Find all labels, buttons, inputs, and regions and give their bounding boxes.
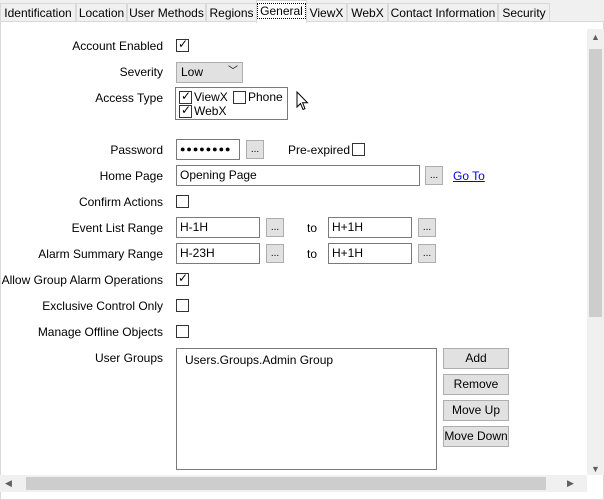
home-page-label: Home Page: [99, 169, 163, 183]
move-down-button[interactable]: Move Down: [443, 426, 509, 447]
scroll-right-icon[interactable]: ▶: [562, 478, 579, 489]
vertical-scrollbar[interactable]: ▲ ▼: [587, 29, 604, 475]
add-user-group-button[interactable]: Add: [443, 348, 509, 369]
remove-user-group-button[interactable]: Remove: [443, 374, 509, 395]
event-list-to-label: to: [307, 221, 318, 235]
allow-group-alarm-operations-checkbox[interactable]: ✓: [176, 271, 189, 286]
access-phone-checkbox[interactable]: [233, 91, 246, 104]
confirm-actions-label: Confirm Actions: [78, 195, 163, 209]
alarm-summary-from-browse-button[interactable]: ...: [266, 244, 284, 263]
access-webx-label: WebX: [194, 104, 227, 118]
home-page-browse-button[interactable]: ...: [425, 166, 443, 185]
tab-label: ViewX: [309, 6, 344, 20]
event-list-to-field[interactable]: H+1H: [328, 217, 412, 238]
account-enabled-label: Account Enabled: [72, 39, 163, 53]
manage-offline-objects-checkbox[interactable]: [176, 325, 189, 338]
exclusive-control-only-label: Exclusive Control Only: [42, 299, 163, 313]
event-list-from-browse-button[interactable]: ...: [266, 218, 284, 237]
password-label: Password: [110, 143, 163, 157]
access-viewx-label: ViewX: [194, 90, 228, 104]
tab-label: Security: [502, 6, 546, 20]
horizontal-scroll-thumb[interactable]: [26, 477, 546, 490]
manage-offline-objects-label: Manage Offline Objects: [37, 325, 163, 339]
severity-value: Low: [181, 65, 204, 79]
scroll-up-icon[interactable]: ▲: [587, 32, 604, 42]
tab-label: WebX: [351, 6, 384, 20]
user-groups-list[interactable]: Users.Groups.Admin Group: [176, 348, 437, 470]
confirm-actions-checkbox[interactable]: [176, 195, 189, 208]
move-up-button[interactable]: Move Up: [443, 400, 509, 421]
severity-label: Severity: [119, 65, 163, 79]
password-browse-button[interactable]: ...: [246, 140, 264, 159]
alarm-summary-to-browse-button[interactable]: ...: [418, 244, 436, 263]
alarm-summary-range-label: Alarm Summary Range: [38, 247, 163, 261]
tab-regions[interactable]: Regions: [206, 3, 257, 22]
chevron-down-icon: ﹀: [228, 66, 238, 77]
tab-general[interactable]: General: [256, 0, 307, 23]
tab-webx[interactable]: WebX: [347, 3, 388, 22]
scroll-down-icon[interactable]: ▼: [587, 464, 604, 474]
go-to-link[interactable]: Go To: [453, 169, 485, 183]
check-icon: ✓: [178, 37, 189, 51]
tab-label: Contact Information: [390, 6, 496, 20]
pre-expired-label: Pre-expired: [288, 143, 351, 157]
access-webx-checkbox[interactable]: ✓: [179, 103, 192, 118]
check-icon: ✓: [181, 103, 192, 117]
tab-user-methods[interactable]: User Methods: [127, 3, 206, 22]
mouse-pointer-icon: [296, 91, 309, 111]
allow-group-alarm-operations-label: Allow Group Alarm Operations: [1, 273, 163, 287]
vertical-scroll-thumb[interactable]: [589, 49, 602, 317]
access-type-group: ✓ ViewX Phone ✓ WebX: [175, 87, 288, 120]
pre-expired-checkbox[interactable]: [352, 143, 365, 156]
tab-location[interactable]: Location: [76, 3, 127, 22]
user-groups-label: User Groups: [94, 351, 163, 365]
horizontal-scrollbar[interactable]: ◀ ▶: [0, 475, 587, 492]
access-phone-label: Phone: [248, 90, 283, 104]
tab-label: Identification: [4, 6, 72, 20]
access-type-label: Access Type: [95, 91, 163, 105]
exclusive-control-only-checkbox[interactable]: [176, 299, 189, 312]
tab-label: Location: [78, 6, 125, 20]
tab-viewx[interactable]: ViewX: [306, 3, 347, 22]
tab-contact-information[interactable]: Contact Information: [388, 3, 498, 22]
check-icon: ✓: [178, 271, 189, 285]
password-field[interactable]: ●●●●●●●●: [176, 139, 240, 160]
tab-label: General: [257, 3, 306, 19]
home-page-field[interactable]: Opening Page: [176, 165, 420, 186]
tab-security[interactable]: Security: [498, 3, 550, 22]
tab-strip: Identification Location User Methods Reg…: [0, 0, 604, 23]
alarm-summary-to-label: to: [307, 247, 318, 261]
account-enabled-checkbox[interactable]: ✓: [176, 37, 189, 52]
alarm-summary-to-field[interactable]: H+1H: [328, 243, 412, 264]
alarm-summary-from-field[interactable]: H-23H: [176, 243, 260, 264]
severity-select[interactable]: Low ﹀: [176, 62, 243, 83]
event-list-from-field[interactable]: H-1H: [176, 217, 260, 238]
event-list-range-label: Event List Range: [71, 221, 163, 235]
check-icon: ✓: [181, 89, 192, 103]
tab-identification[interactable]: Identification: [0, 3, 76, 22]
tab-label: Regions: [209, 6, 254, 20]
scroll-left-icon[interactable]: ◀: [0, 478, 17, 489]
general-page: Account Enabled ✓ Severity Low ﹀ Access …: [0, 21, 604, 500]
event-list-to-browse-button[interactable]: ...: [418, 218, 436, 237]
list-item[interactable]: Users.Groups.Admin Group: [185, 353, 333, 367]
tab-label: User Methods: [129, 6, 204, 20]
